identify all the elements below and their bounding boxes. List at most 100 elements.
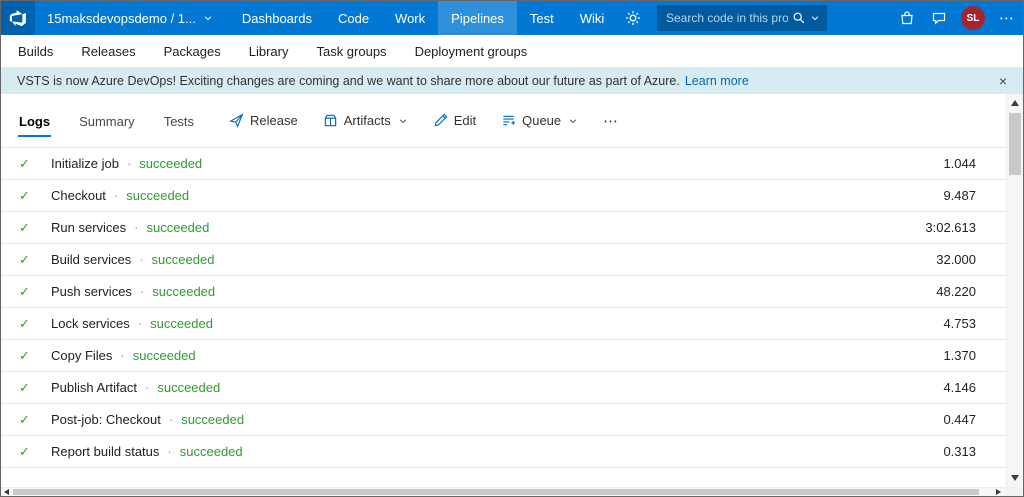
- scroll-left-arrow-icon[interactable]: [4, 489, 9, 495]
- scroll-right-arrow-icon[interactable]: [996, 489, 1001, 495]
- separator-dot: ·: [113, 188, 119, 203]
- success-check-icon: ✓: [19, 219, 30, 235]
- build-result-toolbar: Logs Summary Tests Release Artifacts Edi…: [1, 94, 1023, 147]
- top-nav-item[interactable]: Wiki: [567, 1, 618, 35]
- success-check-icon: ✓: [19, 443, 30, 459]
- feedback-icon[interactable]: [923, 1, 955, 35]
- step-name: Copy Files: [51, 348, 113, 363]
- build-steps-list: ✓ Initialize job · succeeded 1.044 ✓ Che…: [1, 147, 1006, 468]
- app-window: 15maksdevopsdemo / 1... Dashboards Code …: [0, 0, 1024, 497]
- step-name: Lock services: [51, 316, 130, 331]
- queue-label: Queue: [522, 113, 562, 128]
- top-nav-item[interactable]: Dashboards: [229, 1, 325, 35]
- subnav-item[interactable]: Releases: [81, 44, 135, 59]
- marketplace-bag-icon[interactable]: [891, 1, 923, 35]
- step-duration: 1.044: [943, 156, 976, 171]
- announcement-banner: VSTS is now Azure DevOps! Exciting chang…: [1, 67, 1023, 94]
- vertical-scrollbar-thumb[interactable]: [1009, 113, 1021, 175]
- chevron-down-icon: [398, 116, 408, 126]
- success-check-icon: ✓: [19, 187, 30, 203]
- success-check-icon: ✓: [19, 283, 30, 299]
- release-icon: [229, 113, 244, 128]
- azure-devops-logo-icon[interactable]: [1, 1, 35, 35]
- separator-dot: ·: [134, 220, 139, 235]
- step-duration: 48.220: [936, 284, 976, 299]
- top-nav-item[interactable]: Code: [325, 1, 382, 35]
- more-options-icon[interactable]: ⋯: [991, 1, 1023, 35]
- queue-dropdown[interactable]: Queue: [501, 113, 578, 128]
- edit-button[interactable]: Edit: [433, 113, 476, 128]
- step-name: Publish Artifact: [51, 380, 137, 395]
- build-step-row[interactable]: ✓ Post-job: Checkout · succeeded 0.447: [1, 404, 1006, 436]
- queue-icon: [501, 113, 516, 128]
- step-duration: 4.753: [943, 316, 976, 331]
- step-status: succeeded: [152, 284, 216, 299]
- result-tab[interactable]: Summary: [78, 105, 136, 137]
- separator-dot: ·: [167, 444, 172, 459]
- build-step-row[interactable]: ✓ Copy Files · succeeded 1.370: [1, 340, 1006, 372]
- search-input[interactable]: [666, 11, 788, 25]
- top-nav-item[interactable]: Work: [382, 1, 438, 35]
- subnav-item[interactable]: Packages: [164, 44, 221, 59]
- success-check-icon: ✓: [19, 411, 30, 427]
- release-label: Release: [250, 113, 298, 128]
- release-button[interactable]: Release: [229, 113, 298, 128]
- artifacts-label: Artifacts: [343, 113, 391, 128]
- build-step-row[interactable]: ✓ Initialize job · succeeded 1.044: [1, 148, 1006, 180]
- step-name: Post-job: Checkout: [51, 412, 161, 427]
- step-name: Initialize job: [51, 156, 119, 171]
- horizontal-scrollbar-thumb[interactable]: [13, 489, 979, 495]
- project-selector-label: 15maksdevopsdemo / 1...: [47, 10, 196, 26]
- subnav-item[interactable]: Task groups: [316, 44, 386, 59]
- step-name: Build services: [51, 252, 132, 267]
- success-check-icon: ✓: [19, 347, 30, 363]
- subnav-item[interactable]: Deployment groups: [415, 44, 528, 59]
- success-check-icon: ✓: [19, 155, 30, 171]
- learn-more-link[interactable]: Learn more: [685, 74, 749, 88]
- build-step-row[interactable]: ✓ Push services · succeeded 48.220: [1, 276, 1006, 308]
- search-scope-chevron-icon[interactable]: [810, 13, 820, 23]
- separator-dot: ·: [120, 348, 125, 363]
- result-tab[interactable]: Logs: [18, 105, 52, 137]
- separator-dot: ·: [145, 380, 150, 395]
- settings-gear-icon[interactable]: [617, 1, 649, 35]
- build-step-row[interactable]: ✓ Report build status · succeeded 0.313: [1, 436, 1006, 468]
- build-step-row[interactable]: ✓ Checkout · succeeded 9.487: [1, 180, 1006, 212]
- step-status: succeeded: [132, 348, 196, 363]
- search-icon[interactable]: [792, 11, 806, 25]
- horizontal-scrollbar[interactable]: [1, 487, 1023, 496]
- build-step-row[interactable]: ✓ Build services · succeeded 32.000: [1, 244, 1006, 276]
- subnav-item[interactable]: Builds: [18, 44, 53, 59]
- project-selector[interactable]: 15maksdevopsdemo / 1...: [35, 1, 225, 35]
- step-status: succeeded: [157, 380, 221, 395]
- artifacts-box-icon: [323, 113, 338, 128]
- top-nav-item[interactable]: Pipelines: [438, 1, 517, 35]
- scroll-down-arrow-icon[interactable]: [1011, 475, 1019, 481]
- step-name: Checkout: [51, 188, 106, 203]
- build-step-row[interactable]: ✓ Publish Artifact · succeeded 4.146: [1, 372, 1006, 404]
- step-duration: 32.000: [936, 252, 976, 267]
- top-nav: Dashboards Code Work Pipelines Test Wiki: [229, 1, 617, 35]
- build-step-row[interactable]: ✓ Run services · succeeded 3:02.613: [1, 212, 1006, 244]
- success-check-icon: ✓: [19, 379, 30, 395]
- result-tab[interactable]: Tests: [163, 105, 195, 137]
- vertical-scrollbar[interactable]: [1006, 94, 1023, 487]
- more-actions-icon[interactable]: ⋯: [603, 112, 620, 130]
- edit-label: Edit: [453, 113, 477, 128]
- step-duration: 1.370: [943, 348, 976, 363]
- search-box[interactable]: [657, 5, 827, 31]
- step-name: Report build status: [51, 444, 160, 459]
- scroll-up-arrow-icon[interactable]: [1011, 100, 1019, 106]
- step-duration: 4.146: [943, 380, 976, 395]
- build-step-row[interactable]: ✓ Lock services · succeeded 4.753: [1, 308, 1006, 340]
- pipelines-subnav: Builds Releases Packages Library Task gr…: [1, 35, 1023, 67]
- step-status: succeeded: [126, 188, 190, 203]
- result-tabs: Logs Summary Tests: [18, 105, 195, 137]
- close-icon[interactable]: ×: [999, 67, 1007, 94]
- subnav-item[interactable]: Library: [249, 44, 289, 59]
- avatar[interactable]: SL: [961, 6, 985, 30]
- top-nav-item[interactable]: Test: [517, 1, 567, 35]
- step-status: succeeded: [151, 252, 215, 267]
- step-status: succeeded: [181, 412, 245, 427]
- artifacts-dropdown[interactable]: Artifacts: [323, 113, 408, 128]
